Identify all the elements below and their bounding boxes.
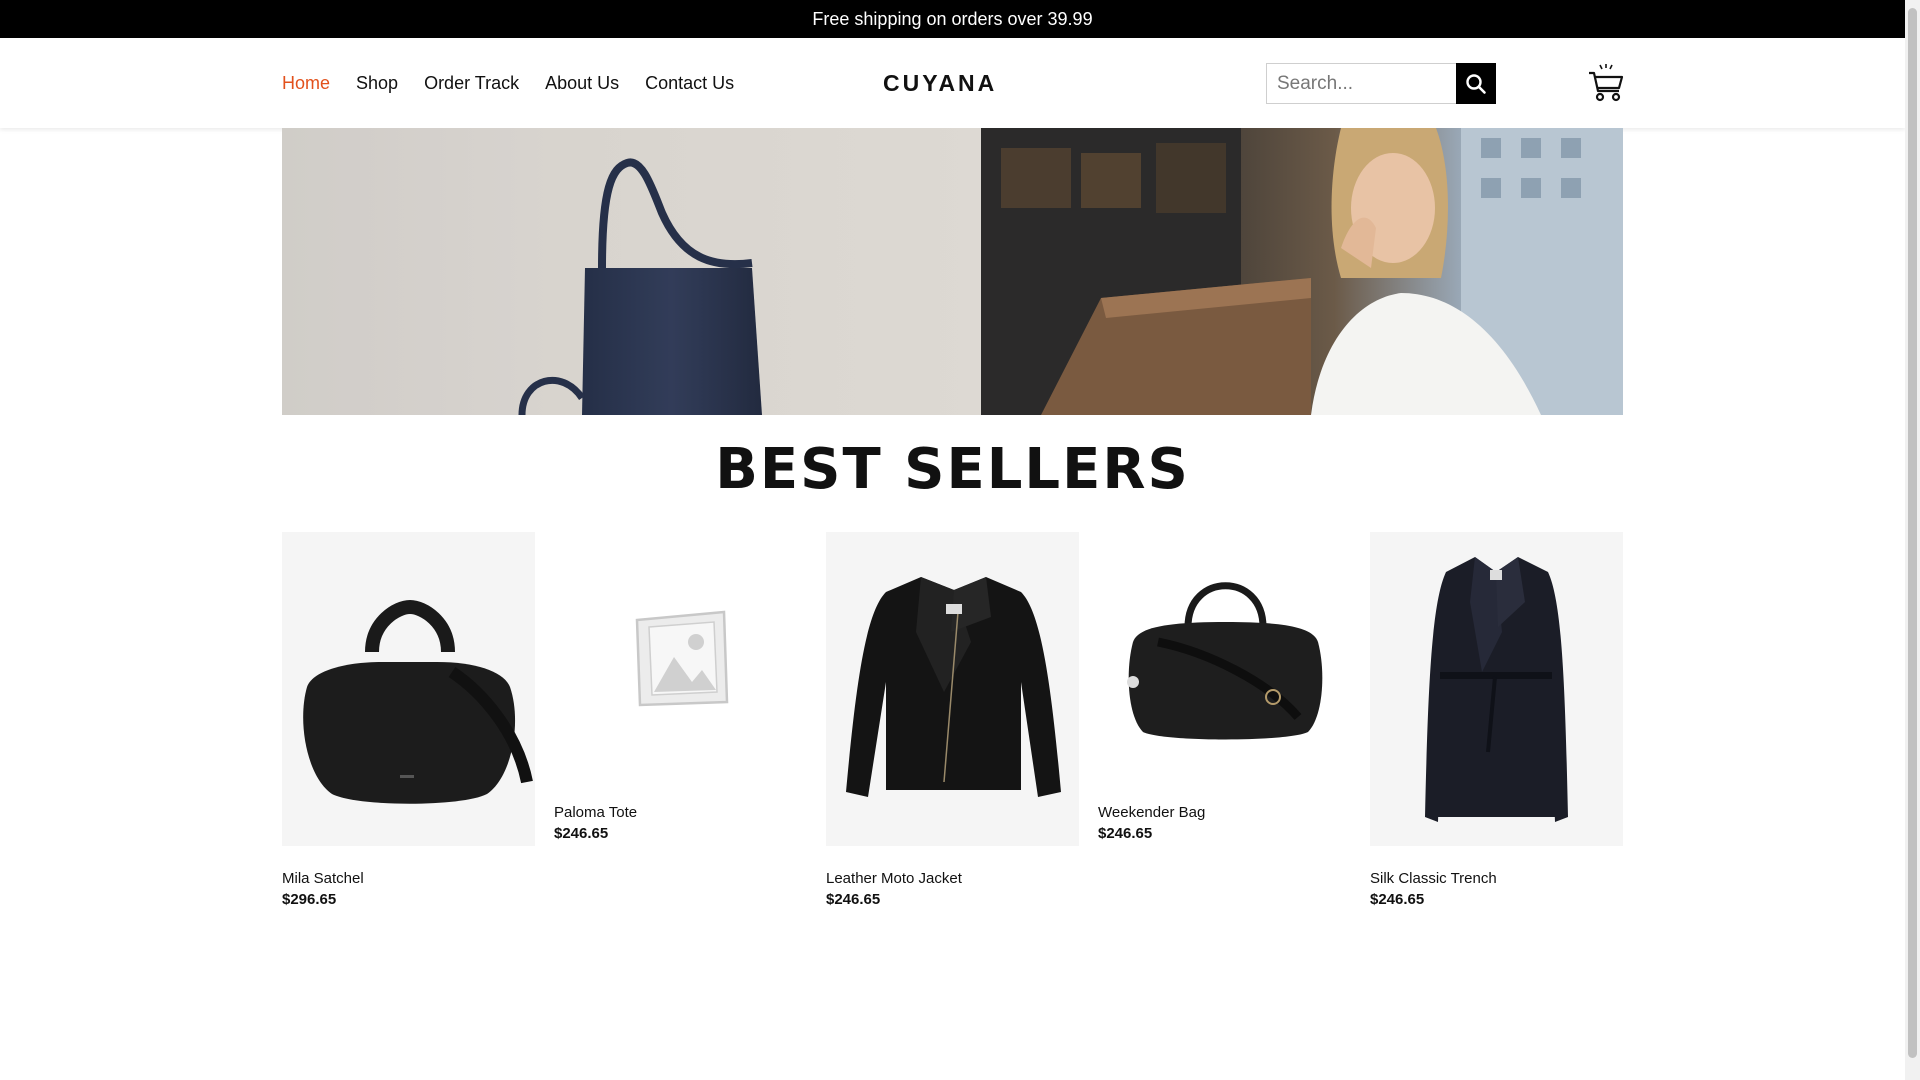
- brand-logo[interactable]: CUYANA: [883, 38, 997, 128]
- nav-shop[interactable]: Shop: [356, 73, 398, 94]
- product-name[interactable]: Leather Moto Jacket: [826, 870, 1079, 887]
- product-image-placeholder[interactable]: [554, 532, 807, 782]
- search-icon: [1466, 73, 1486, 94]
- product-card[interactable]: Silk Classic Trench $246.65: [1370, 532, 1623, 908]
- product-price: $246.65: [826, 891, 881, 908]
- hero-banner[interactable]: [282, 128, 1623, 415]
- product-image[interactable]: [282, 532, 535, 846]
- nav-order-track[interactable]: Order Track: [424, 73, 519, 94]
- search-form: [1266, 63, 1496, 104]
- product-name[interactable]: Paloma Tote: [554, 804, 807, 821]
- product-image[interactable]: [826, 532, 1079, 846]
- product-price: $296.65: [282, 891, 337, 908]
- product-name[interactable]: Silk Classic Trench: [1370, 870, 1623, 887]
- nav-home[interactable]: Home: [282, 73, 330, 94]
- shopping-cart-icon: [1589, 64, 1624, 102]
- product-price: $246.65: [1370, 891, 1425, 908]
- product-price: $246.65: [1098, 825, 1153, 842]
- product-card[interactable]: Paloma Tote $246.65: [554, 532, 807, 842]
- product-card[interactable]: Leather Moto Jacket $246.65: [826, 532, 1079, 908]
- product-card[interactable]: Weekender Bag $246.65: [1098, 532, 1351, 842]
- search-input[interactable]: [1266, 63, 1456, 104]
- announcement-text: Free shipping on orders over 39.99: [812, 8, 1093, 29]
- cart-button[interactable]: [1588, 63, 1624, 103]
- nav-about-us[interactable]: About Us: [545, 73, 619, 94]
- scrollbar-thumb[interactable]: [1908, 8, 1917, 1058]
- site-header: Home Shop Order Track About Us Contact U…: [0, 38, 1905, 128]
- page-scrollbar[interactable]: [1905, 0, 1920, 1080]
- search-button[interactable]: [1456, 63, 1496, 104]
- main-nav: Home Shop Order Track About Us Contact U…: [282, 38, 734, 128]
- product-name[interactable]: Mila Satchel: [282, 870, 535, 887]
- product-image[interactable]: [1370, 532, 1623, 846]
- product-name[interactable]: Weekender Bag: [1098, 804, 1351, 821]
- product-price: $246.65: [554, 825, 609, 842]
- best-sellers-title: BEST SELLERS: [715, 437, 1190, 502]
- hero-image-bag: [282, 128, 981, 415]
- product-image[interactable]: [1098, 532, 1351, 782]
- product-card[interactable]: Mila Satchel $296.65: [282, 532, 535, 908]
- announcement-bar: Free shipping on orders over 39.99: [0, 0, 1905, 38]
- hero-image-model: [981, 128, 1623, 415]
- nav-contact-us[interactable]: Contact Us: [645, 73, 734, 94]
